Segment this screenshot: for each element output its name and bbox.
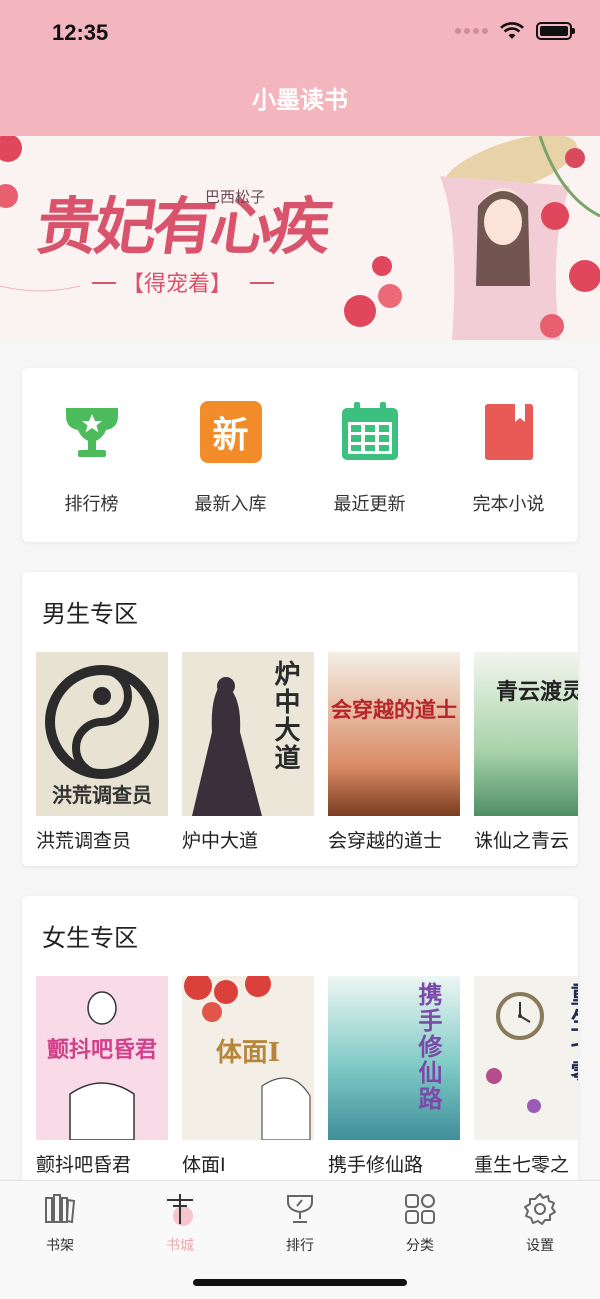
book-cover: 炉中大道 [182,652,314,816]
quick-link-label: 最新入库 [194,494,267,515]
male-section: 男生专区 洪荒调查员 洪荒调查员 炉中大道 炉中大道 会穿越的道士 会穿越的道士… [22,572,578,866]
book-title: 颤抖吧昏君 [36,1154,132,1176]
section-title: 男生专区 [42,600,138,628]
app-header: 12:35 小墨读书 [0,0,600,136]
book-cover: 洪荒调查员 [36,652,168,816]
quick-link-label: 排行榜 [64,494,119,515]
quick-link-completed[interactable]: 完本小说 [439,368,578,542]
book-item[interactable]: 炉中大道 炉中大道 [182,652,314,853]
book-title: 会穿越的道士 [328,830,443,852]
quick-link-label: 最近更新 [333,494,406,515]
battery-icon [536,22,575,40]
app-title: 小墨读书 [252,86,348,114]
banner-divider [250,282,274,284]
book-cover: 青云渡灵 [474,652,578,816]
tab-label: 分类 [406,1238,434,1254]
banner-subtitle: 【得宠着】 [122,272,233,297]
quick-link-recent-updates[interactable]: 最近更新 [300,368,439,542]
book-item[interactable]: 重生七零 重生七零之 [474,976,578,1177]
book-title: 洪荒调查员 [36,830,132,852]
book-cover: 会穿越的道士 [328,652,460,816]
signal-dots-icon [455,28,488,34]
bookshelf-icon [42,1191,78,1227]
female-section: 女生专区 颤抖吧昏君 颤抖吧昏君 体面I 体面I 携手修仙路 携手修仙路 重生七… [22,896,578,1186]
status-time: 12:35 [52,20,109,45]
book-item[interactable]: 体面I 体面I [182,976,314,1177]
category-grid-icon [402,1191,438,1227]
book-list: 颤抖吧昏君 颤抖吧昏君 体面I 体面I 携手修仙路 携手修仙路 重生七零 重生七… [36,976,578,1177]
tab-label: 书城 [166,1238,194,1254]
banner-divider [92,282,116,284]
tab-label: 设置 [526,1238,554,1254]
status-icons [455,22,575,40]
book-item[interactable]: 洪荒调查员 洪荒调查员 [36,652,168,853]
book-title: 诛仙之青云 [474,830,570,852]
quick-link-label: 完本小说 [472,494,545,515]
book-item[interactable]: 青云渡灵 诛仙之青云 [474,652,578,853]
tab-label: 书架 [46,1238,74,1254]
book-cover: 重生七零 [474,976,578,1140]
trophy-icon [60,400,124,464]
book-item[interactable]: 会穿越的道士 会穿越的道士 [328,652,460,853]
calendar-icon [338,400,402,464]
tab-settings[interactable]: 设置 [480,1181,600,1299]
gear-icon [522,1191,558,1227]
promo-banner[interactable]: 贵妃有心疾 巴西松子 【得宠着】 [0,136,600,340]
new-badge-icon: 新 [199,400,263,464]
book-list: 洪荒调查员 洪荒调查员 炉中大道 炉中大道 会穿越的道士 会穿越的道士 青云渡灵 [36,652,578,853]
bookmark-book-icon [477,400,541,464]
wifi-icon [500,22,524,39]
section-title: 女生专区 [42,924,138,952]
book-item[interactable]: 颤抖吧昏君 颤抖吧昏君 [36,976,168,1177]
book-title: 炉中大道 [182,830,259,852]
tab-label: 排行 [286,1238,314,1254]
book-item[interactable]: 携手修仙路 携手修仙路 [328,976,460,1177]
quick-link-new-arrivals[interactable]: 新 最新入库 [161,368,300,542]
book-cover: 颤抖吧昏君 [36,976,168,1140]
book-title: 携手修仙路 [328,1154,424,1176]
trophy-icon [282,1191,318,1227]
book-cover: 携手修仙路 [328,976,460,1140]
book-cover: 体面I [182,976,314,1140]
quick-links-card: 排行榜 新 最新入库 最近更新 完本小说 [22,368,578,542]
book-store-icon [162,1191,198,1227]
tab-bookshelf[interactable]: 书架 [0,1181,120,1299]
book-title: 体面I [182,1154,226,1176]
home-indicator[interactable] [193,1279,407,1286]
book-title: 重生七零之 [474,1154,570,1176]
banner-author: 巴西松子 [205,188,266,206]
banner-title: 贵妃有心疾 [32,190,333,263]
quick-link-ranking[interactable]: 排行榜 [22,368,161,542]
